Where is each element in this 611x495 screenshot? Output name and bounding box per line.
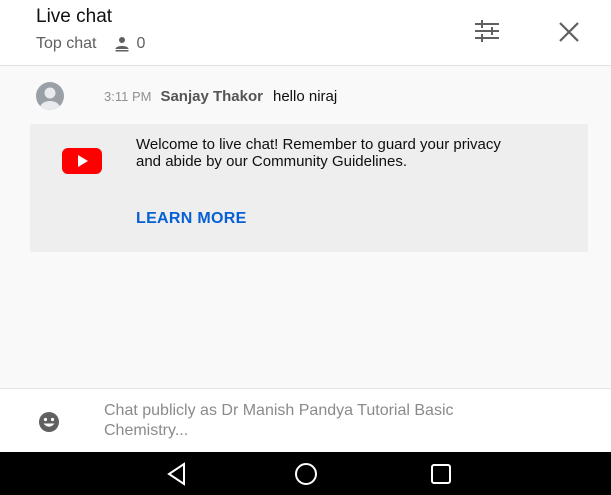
chat-mode-label[interactable]: Top chat	[36, 35, 96, 53]
emoji-icon	[39, 412, 59, 432]
back-icon	[167, 462, 185, 486]
android-nav-bar	[0, 452, 611, 495]
learn-more-link[interactable]: LEARN MORE	[136, 210, 247, 228]
welcome-text: Welcome to live chat! Remember to guard …	[136, 136, 501, 170]
emoji-button[interactable]	[38, 411, 60, 433]
chat-input[interactable]: Chat publicly as Dr Manish Pandya Tutori…	[104, 401, 524, 441]
chat-message-list[interactable]: 3:11 PM Sanjay Thakor hello niraj Welcom…	[0, 66, 611, 388]
chat-message[interactable]: 3:11 PM Sanjay Thakor hello niraj	[36, 82, 337, 110]
chat-title: Live chat	[36, 6, 113, 27]
viewer-count: 0	[136, 35, 146, 52]
close-button[interactable]	[556, 19, 582, 45]
recents-icon	[431, 464, 451, 484]
filter-settings-button[interactable]	[473, 19, 501, 45]
message-author[interactable]: Sanjay Thakor	[160, 88, 263, 105]
welcome-banner: Welcome to live chat! Remember to guard …	[30, 124, 588, 252]
close-icon	[559, 22, 579, 42]
chat-header: Live chat Top chat 0	[0, 0, 611, 66]
home-icon	[295, 463, 317, 485]
home-button[interactable]	[293, 461, 319, 487]
chat-mode-selector[interactable]: Top chat 0	[36, 34, 145, 54]
back-button[interactable]	[164, 461, 190, 487]
recents-button[interactable]	[428, 461, 454, 487]
message-text: hello niraj	[273, 87, 338, 105]
person-icon	[114, 36, 130, 52]
filter-settings-icon	[475, 20, 499, 42]
default-avatar-icon[interactable]	[36, 82, 64, 110]
message-timestamp: 3:11 PM	[104, 88, 152, 104]
youtube-logo-icon	[58, 144, 106, 176]
chat-input-bar[interactable]: Chat publicly as Dr Manish Pandya Tutori…	[0, 388, 611, 452]
